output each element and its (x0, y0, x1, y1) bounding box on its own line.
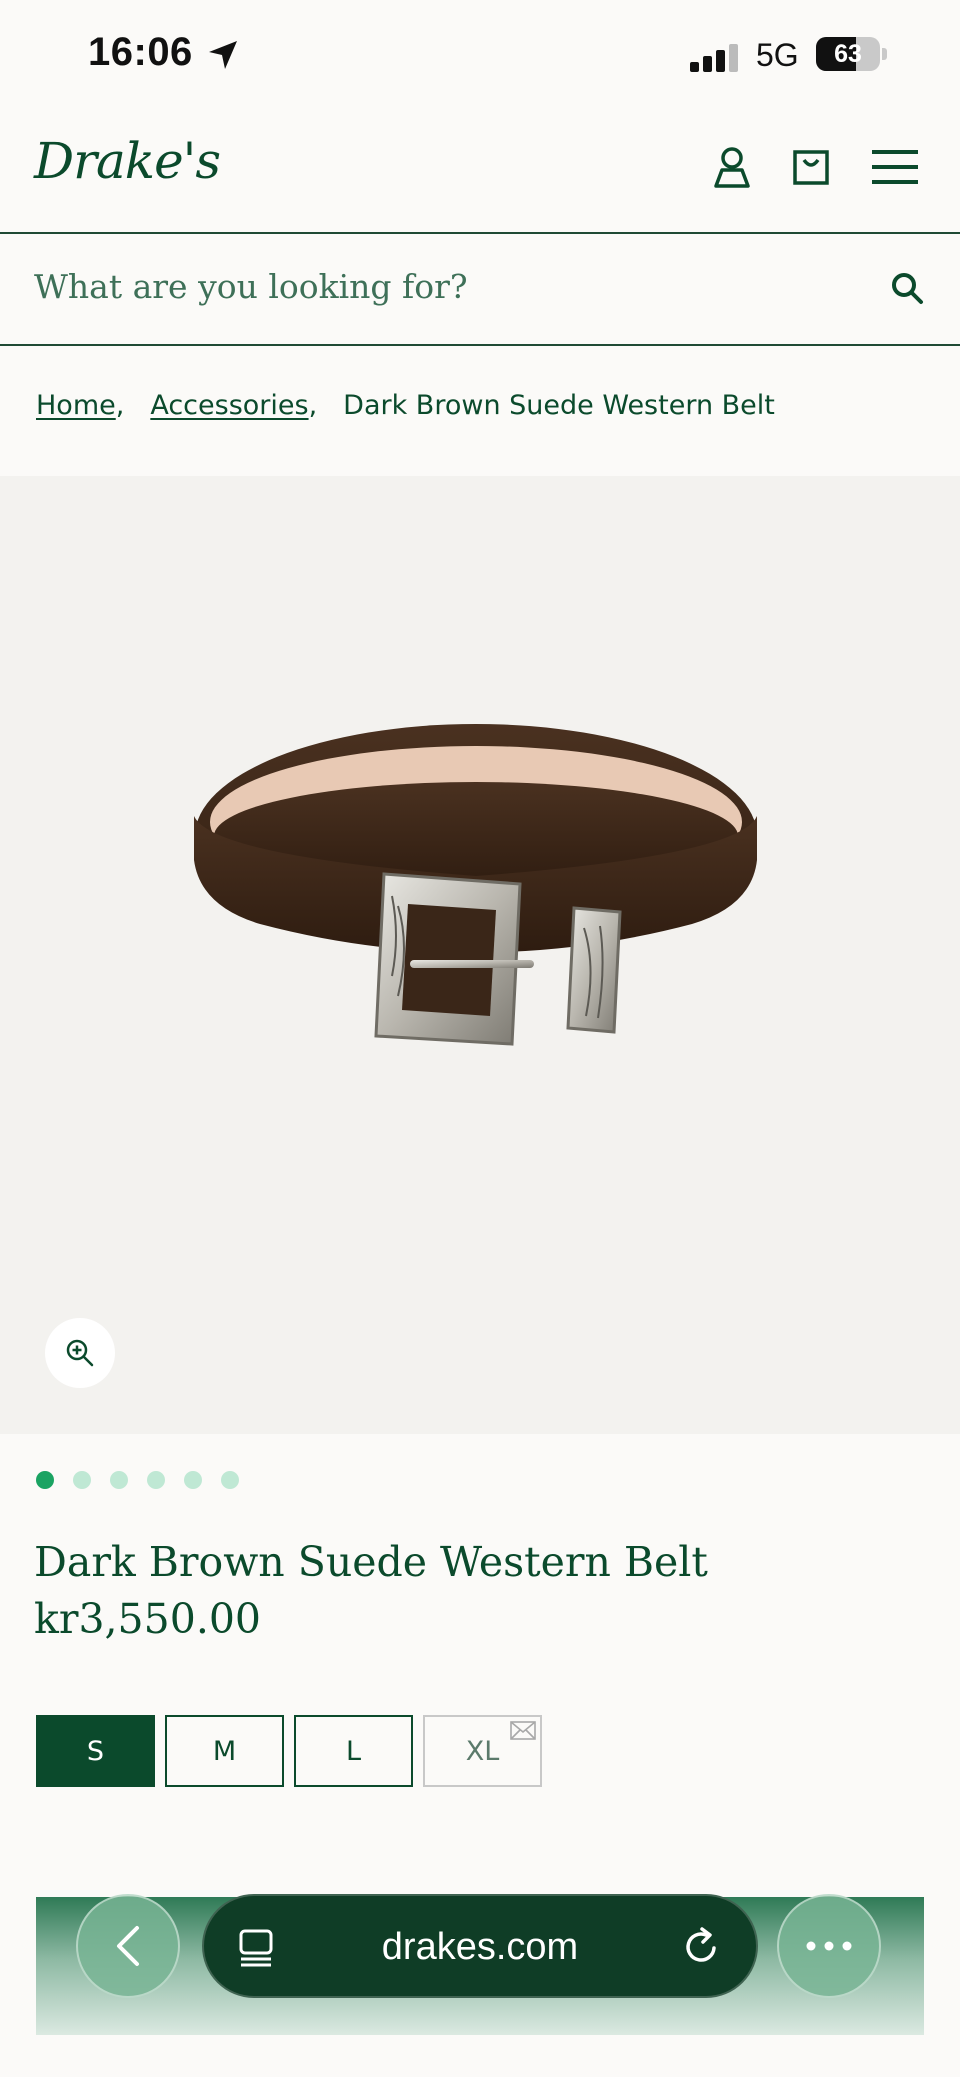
breadcrumb-separator: , (308, 390, 318, 421)
size-selector: S M L XL (36, 1715, 542, 1787)
carousel-dot[interactable] (221, 1471, 239, 1489)
battery-icon: 63 (816, 37, 880, 71)
header-divider (0, 232, 960, 234)
product-image-gallery[interactable] (0, 476, 960, 1434)
network-label: 5G (756, 37, 799, 73)
product-price: kr3,550.00 (34, 1595, 262, 1643)
carousel-dots (36, 1471, 239, 1489)
browser-more-button[interactable] (777, 1894, 881, 1998)
browser-url: drakes.com (381, 1926, 579, 1968)
more-icon (806, 1941, 852, 1951)
size-label: S (86, 1735, 105, 1767)
status-time: 16:06 (88, 30, 193, 74)
account-icon[interactable] (712, 146, 752, 188)
carousel-dot[interactable] (110, 1471, 128, 1489)
size-label: L (345, 1735, 362, 1767)
size-option-m[interactable]: M (165, 1715, 284, 1787)
battery-tip (882, 48, 887, 60)
size-label: XL (465, 1735, 500, 1767)
breadcrumb-current: Dark Brown Suede Western Belt (343, 390, 775, 421)
browser-address-bar[interactable]: drakes.com (202, 1894, 758, 1998)
browser-back-button[interactable] (76, 1894, 180, 1998)
drakes-logo[interactable]: Drake's (34, 132, 221, 190)
search-icon[interactable] (890, 271, 924, 305)
carousel-dot[interactable] (36, 1471, 54, 1489)
location-arrow-icon (209, 41, 237, 69)
breadcrumb-home[interactable]: Home (36, 390, 116, 421)
breadcrumb-separator: , (115, 390, 125, 421)
zoom-in-icon (66, 1339, 94, 1367)
product-title: Dark Brown Suede Western Belt (34, 1538, 708, 1586)
zoom-button[interactable] (45, 1318, 115, 1388)
mail-icon (510, 1721, 536, 1740)
carousel-dot[interactable] (147, 1471, 165, 1489)
signal-icon (690, 44, 738, 72)
search-input[interactable] (34, 256, 854, 316)
chevron-left-icon (117, 1926, 139, 1966)
bag-icon[interactable] (792, 146, 830, 186)
size-option-s[interactable]: S (36, 1715, 155, 1787)
breadcrumb: Home, Accessories, Dark Brown Suede Wester… (36, 390, 775, 421)
carousel-dot[interactable] (73, 1471, 91, 1489)
size-option-xl[interactable]: XL (423, 1715, 542, 1787)
product-image (194, 724, 757, 1046)
carousel-dot[interactable] (184, 1471, 202, 1489)
battery-percent: 63 (834, 40, 862, 68)
size-option-l[interactable]: L (294, 1715, 413, 1787)
breadcrumb-accessories[interactable]: Accessories (150, 390, 308, 421)
reload-icon[interactable] (682, 1926, 722, 1968)
search-divider (0, 344, 960, 346)
menu-icon[interactable] (872, 150, 918, 184)
size-label: M (212, 1735, 237, 1767)
